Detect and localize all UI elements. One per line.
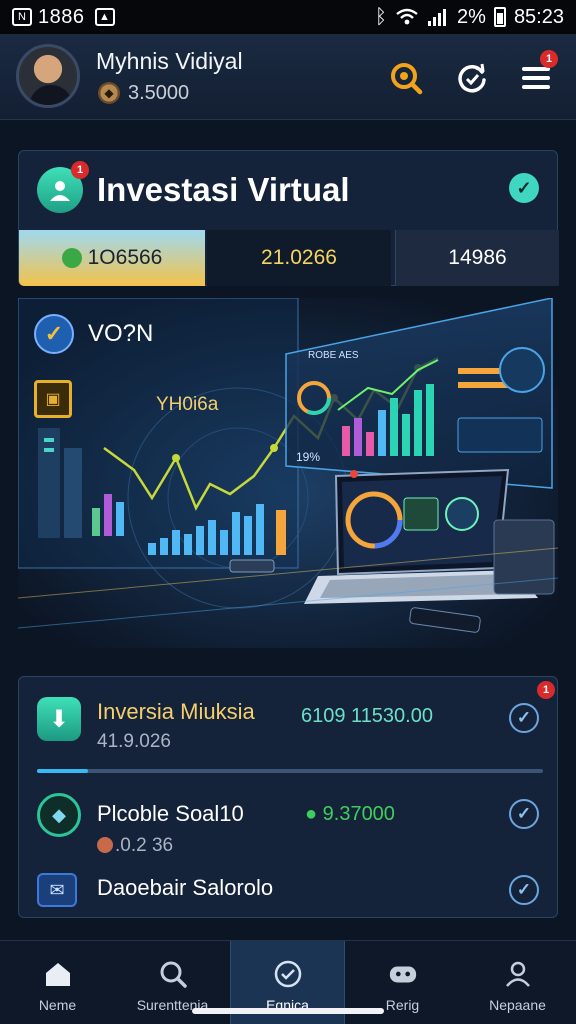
coin-icon [61,248,82,268]
signal-icon [428,9,447,26]
hero-panel-label: 19% [296,450,321,464]
check-circle-icon[interactable]: ✓ [509,799,539,829]
status-right-group: ᛒ 2% 85:23 [375,6,564,29]
tab-stat-1-label: 1O6566 [87,246,163,269]
status-time-right: 85:23 [513,5,564,28]
badge-check-icon: ✓ [34,314,74,354]
nav-label: Nepaane [489,997,546,1013]
coin-icon [97,837,113,853]
search-icon [158,959,188,989]
wifi-icon [396,8,418,25]
list-item-subtitle: .0.2 36 [115,835,174,856]
gold-chip-icon: ▣ [34,380,72,418]
app-header: Myhnis Vidiyal ◆ 3.5000 1 [0,34,576,120]
envelope-icon: ✉ [37,873,77,907]
investasi-card: 1 Investasi Virtual ✓ 1O6566 21.0266 149… [18,150,559,286]
diamond-icon: ◆ [37,793,81,837]
hero-label-primary: VO?N [88,320,154,347]
status-bar: N 1886 ▲ ᛒ 2% 85:23 [0,0,576,34]
search-button[interactable] [386,58,426,98]
investasi-badge: 1 [71,161,89,179]
menu-badge: 1 [540,50,558,68]
list-item[interactable]: ◆ Plcoble Soal10 .0.2 36 ● 9.37000 ✓ [19,781,559,857]
list-item-title: Plcoble Soal10 [97,801,244,826]
verified-check-icon[interactable]: ✓ [509,173,539,203]
nav-label: Rerig [385,997,420,1013]
tab-stat-3-label: 14986 [448,246,507,269]
hero-screen-label: ROBE AES [308,350,359,361]
user-name: Myhnis Vidiyal [96,48,243,74]
check-circle-icon[interactable]: ✓ [509,875,539,905]
progress-fill [37,769,88,773]
list-item-subtitle: 41.9.026 [97,731,171,752]
gamepad-icon [388,959,418,989]
list-item-amount: 6109 11530.00 [301,705,433,727]
nav-label: Neme [38,997,77,1013]
stats-tabs: 1O6566 21.0266 14986 [19,230,559,286]
portfolio-list: ⬇ Inversia Miuksia 41.9.026 6109 11530.0… [18,676,558,918]
trading-dashboard-illustration [18,298,558,648]
avatar[interactable] [16,44,80,108]
progress-bar [37,769,543,773]
notification-icon: N [12,8,32,26]
status-time-left: 1886 [38,5,85,28]
nav-item-home[interactable]: Neme [0,941,115,1024]
battery-icon [493,7,506,27]
search-icon [391,63,423,95]
tab-stat-2-label: 21.0266 [261,246,337,269]
download-arrow-icon: ⬇ [37,697,81,741]
list-item-title: Daoebair Salorolo [97,875,274,900]
coin-icon: ◆ [98,82,120,104]
user-balance: 3.5000 [128,82,190,104]
list-item-title: Inversia Miuksia [97,699,255,724]
tab-stat-3[interactable]: 14986 [395,230,559,286]
list-item[interactable]: ✉ Daoebair Salorolo ✓ [19,863,559,917]
refresh-icon [458,63,486,93]
hero-illustration: ✓ VO?N ▣ YH0i6a ROBE AES 19% [18,298,558,648]
menu-button[interactable]: 1 [516,50,558,98]
refresh-button[interactable] [452,58,492,98]
page-title: Investasi Virtual [97,171,350,208]
tab-stat-1[interactable]: 1O6566 [19,230,205,286]
check-circle-icon [273,959,303,989]
user-icon [50,181,70,201]
hero-label-secondary: YH0i6a [156,394,219,415]
home-icon [43,959,73,989]
check-circle-icon[interactable]: ✓ [509,703,539,733]
list-item-badge: 1 [537,681,555,699]
list-item[interactable]: ⬇ Inversia Miuksia 41.9.026 6109 11530.0… [19,677,559,773]
home-indicator[interactable] [192,1008,384,1014]
list-item-amount: ● 9.37000 [305,803,395,825]
tab-stat-2[interactable]: 21.0266 [207,230,391,286]
battery-percent: 2% [457,5,486,28]
profile-icon [503,959,533,989]
bluetooth-icon: ᛒ [375,5,388,28]
nav-item-profile[interactable]: Nepaane [460,941,575,1024]
gallery-icon: ▲ [94,8,115,26]
